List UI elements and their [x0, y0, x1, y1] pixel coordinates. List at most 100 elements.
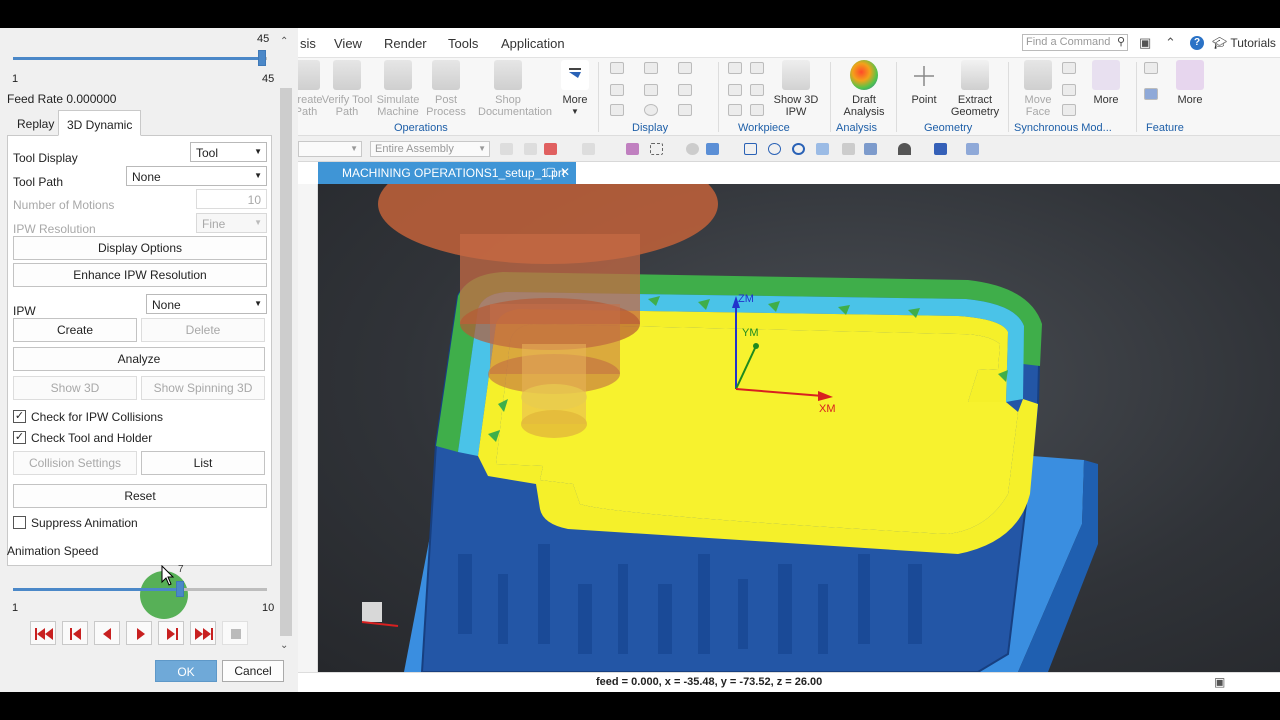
tool-path-select[interactable]: None ▼ — [126, 166, 267, 186]
operations-more-button[interactable]: More ▼ — [549, 60, 601, 118]
extract-geometry-button[interactable]: Extract Geometry — [946, 60, 1004, 118]
ipw-select[interactable]: None ▼ — [146, 294, 267, 314]
display-icon[interactable] — [610, 84, 624, 96]
animation-speed-thumb[interactable] — [176, 581, 184, 597]
check-tool-holder-checkbox[interactable]: ✓ — [13, 431, 26, 444]
show-3d-button[interactable]: Show 3D — [13, 376, 137, 400]
section-icon[interactable] — [966, 143, 979, 155]
close-icon[interactable]: ✕ — [560, 165, 570, 179]
workpiece-icon[interactable] — [728, 62, 742, 74]
rewind-to-start-button[interactable] — [30, 621, 56, 645]
fast-forward-to-end-button[interactable] — [190, 621, 216, 645]
snap-icon[interactable] — [524, 143, 537, 155]
help-icon[interactable]: ? — [1190, 36, 1204, 50]
fullscreen-icon[interactable]: ▣ — [1214, 675, 1225, 689]
filter-icon[interactable] — [626, 143, 639, 155]
view-cube-icon[interactable] — [706, 143, 719, 155]
home-icon[interactable]: ⌃ — [1165, 35, 1176, 51]
show-3d-ipw-button[interactable]: Show 3D IPW — [770, 60, 822, 118]
orient-view-icon[interactable] — [934, 143, 947, 155]
menu-analysis[interactable]: sis — [300, 36, 316, 51]
sync-modeling-icon[interactable] — [1062, 62, 1076, 74]
perspective-icon[interactable] — [842, 143, 855, 155]
cancel-button[interactable]: Cancel — [222, 660, 284, 682]
document-tab[interactable]: MACHINING OPERATIONS1_setup_1.prt ▢ ✕ — [318, 162, 576, 184]
menu-render[interactable]: Render — [384, 36, 427, 51]
motion-slider-thumb[interactable] — [258, 50, 266, 66]
workpiece-icon[interactable] — [728, 84, 742, 96]
collision-settings-button[interactable]: Collision Settings — [13, 451, 137, 475]
delete-button[interactable]: Delete — [141, 318, 265, 342]
draft-analysis-button[interactable]: Draft Analysis — [836, 60, 892, 118]
check-ipw-collisions-checkbox[interactable]: ✓ — [13, 410, 26, 423]
step-forward-operation-button[interactable] — [158, 621, 184, 645]
feature-more-button[interactable]: More — [1164, 60, 1216, 106]
display-icon[interactable] — [610, 62, 624, 74]
display-icon[interactable] — [678, 104, 692, 116]
lighting-icon[interactable] — [898, 143, 911, 155]
number-of-motions-input[interactable]: 10 — [196, 189, 267, 209]
menu-application[interactable]: Application — [501, 36, 565, 51]
ok-button[interactable]: OK — [155, 660, 217, 682]
feature-icon[interactable] — [1144, 88, 1158, 100]
display-icon[interactable] — [644, 84, 658, 96]
window-icon[interactable]: ▣ — [1139, 35, 1151, 51]
select-icon[interactable] — [544, 143, 557, 155]
step-back-operation-button[interactable] — [62, 621, 88, 645]
verify-tool-path-button[interactable]: Verify Tool Path — [321, 60, 373, 118]
display-options-button[interactable]: Display Options — [13, 236, 267, 260]
dialog-scrollbar[interactable]: ⌃ ⌄ — [278, 28, 295, 664]
pan-icon[interactable] — [816, 143, 829, 155]
rotate-icon[interactable] — [792, 143, 805, 155]
tab-3d-dynamic[interactable]: 3D Dynamic — [58, 110, 142, 136]
scope-filter-combo[interactable]: Entire Assembly ▼ — [370, 141, 490, 157]
workpiece-icon[interactable] — [750, 84, 764, 96]
render-style-icon[interactable] — [864, 143, 877, 155]
snap-icon[interactable] — [582, 143, 595, 155]
enhance-ipw-resolution-button[interactable]: Enhance IPW Resolution — [13, 263, 267, 287]
scroll-up-icon[interactable]: ⌃ — [280, 36, 288, 47]
shop-documentation-button[interactable]: Shop Documentation — [478, 60, 552, 118]
move-face-button[interactable]: Move Face — [1012, 60, 1064, 118]
display-icon[interactable] — [678, 62, 692, 74]
display-icon[interactable] — [644, 62, 658, 74]
pin-icon[interactable]: ▢ — [546, 165, 556, 178]
display-icon[interactable] — [678, 84, 692, 96]
fit-icon[interactable] — [744, 143, 757, 155]
reset-button[interactable]: Reset — [13, 484, 267, 508]
display-icon[interactable] — [610, 104, 624, 116]
menu-tools[interactable]: Tools — [448, 36, 478, 51]
snap-icon[interactable] — [500, 143, 513, 155]
sync-more-button[interactable]: More — [1080, 60, 1132, 106]
type-filter-combo[interactable]: ▼ — [298, 141, 362, 157]
play-button[interactable] — [126, 621, 152, 645]
feature-icon[interactable] — [1144, 62, 1158, 74]
menu-view[interactable]: View — [334, 36, 362, 51]
point-button[interactable]: Point — [898, 60, 950, 106]
show-spinning-3d-button[interactable]: Show Spinning 3D — [141, 376, 265, 400]
workpiece-icon[interactable] — [750, 62, 764, 74]
sync-modeling-icon[interactable] — [1062, 104, 1076, 116]
workpiece-icon[interactable] — [750, 104, 764, 116]
scroll-down-icon[interactable]: ⌄ — [280, 640, 288, 651]
analyze-button[interactable]: Analyze — [13, 347, 265, 371]
find-command-input[interactable]: Find a Command ⚲ — [1022, 34, 1128, 51]
shade-icon[interactable] — [686, 143, 699, 155]
tab-replay[interactable]: Replay — [9, 110, 62, 136]
graphics-viewport[interactable]: ZM YM XM — [318, 184, 1280, 672]
workpiece-icon[interactable] — [728, 104, 742, 116]
suppress-animation-checkbox[interactable] — [13, 516, 26, 529]
simulate-machine-button[interactable]: Simulate Machine — [372, 60, 424, 118]
tool-display-select[interactable]: Tool ▼ — [190, 142, 267, 162]
sync-modeling-icon[interactable] — [1062, 84, 1076, 96]
display-icon[interactable] — [644, 104, 658, 116]
dialog-scrollbar-thumb[interactable] — [280, 88, 292, 636]
list-button[interactable]: List — [141, 451, 265, 475]
tutorials-link[interactable]: 🎓︎ Tutorials — [1212, 36, 1276, 50]
rectangle-select-icon[interactable] — [650, 143, 663, 155]
post-process-button[interactable]: Post Process — [420, 60, 472, 118]
stop-button[interactable] — [222, 621, 248, 645]
zoom-icon[interactable] — [768, 143, 781, 155]
step-back-button[interactable] — [94, 621, 120, 645]
create-button[interactable]: Create — [13, 318, 137, 342]
